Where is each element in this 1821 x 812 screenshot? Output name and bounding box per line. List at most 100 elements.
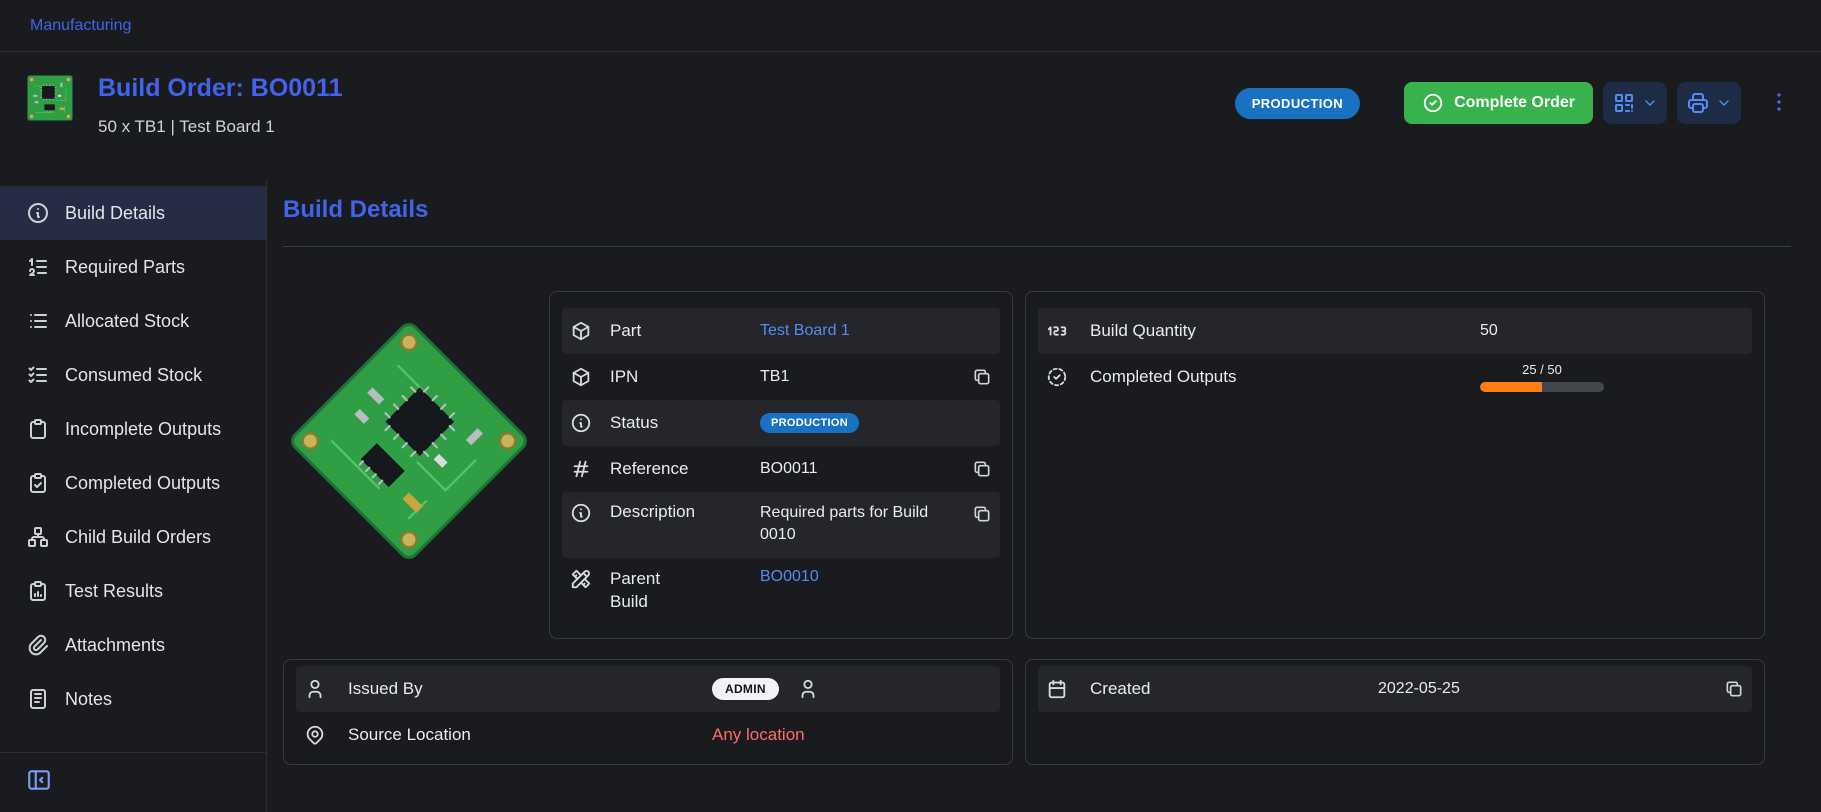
copy-icon[interactable] <box>972 459 992 479</box>
completed-outputs-progress-fill <box>1480 382 1542 392</box>
created-value: 2022-05-25 <box>1378 680 1708 698</box>
barcode-actions-button[interactable] <box>1603 82 1667 124</box>
package-icon <box>570 366 592 388</box>
clipboard-icon <box>26 417 50 441</box>
description-value: Required parts for Build 0010 <box>760 502 932 545</box>
notes-icon <box>26 687 50 711</box>
package-icon <box>570 320 592 342</box>
sidebar-item-label: Completed Outputs <box>65 473 220 494</box>
parent-build-link[interactable]: BO0010 <box>760 568 960 586</box>
detail-row-parent-build: Parent Build BO0010 <box>562 558 1000 624</box>
sidebar-item-label: Notes <box>65 689 112 710</box>
detail-label-build-quantity: Build Quantity <box>1090 321 1480 341</box>
main-content: Build Details Part Test Board 1 I <box>267 180 1821 812</box>
sidebar-footer <box>0 752 266 812</box>
clipboard-data-icon <box>26 579 50 603</box>
progress-track <box>1480 382 1604 392</box>
source-location-value: Any location <box>712 725 992 745</box>
sidebar-item-notes[interactable]: Notes <box>0 672 266 726</box>
sidebar-item-child-build-orders[interactable]: Child Build Orders <box>0 510 266 564</box>
detail-row-completed-outputs: Completed Outputs 25 / 50 <box>1038 354 1752 400</box>
sidebar-item-label: Attachments <box>65 635 165 656</box>
user-icon <box>304 678 326 700</box>
detail-row-status: Status PRODUCTION <box>562 400 1000 446</box>
chevron-down-icon <box>1642 95 1658 111</box>
detail-label-issued-by: Issued By <box>348 679 712 699</box>
user-icon <box>797 678 819 700</box>
sidebar-item-allocated-stock[interactable]: Allocated Stock <box>0 294 266 348</box>
quantities-panel: Build Quantity 50 Completed Outputs 25 /… <box>1025 291 1765 639</box>
page-title: Build Order: BO0011 <box>98 74 343 103</box>
part-image[interactable] <box>283 291 535 591</box>
section-title: Build Details <box>283 196 1791 247</box>
pcb-image <box>280 312 537 569</box>
chevron-down-icon <box>1716 95 1732 111</box>
status-badge-small: PRODUCTION <box>760 413 859 433</box>
detail-row-part: Part Test Board 1 <box>562 308 1000 354</box>
detail-label-parent-build: Parent Build <box>610 568 680 614</box>
sidebar-item-test-results[interactable]: Test Results <box>0 564 266 618</box>
print-actions-button[interactable] <box>1677 82 1741 124</box>
detail-row-issued-by: Issued By ADMIN <box>296 666 1000 712</box>
reference-value: BO0011 <box>760 460 960 478</box>
paperclip-icon <box>26 633 50 657</box>
sidebar-item-label: Child Build Orders <box>65 527 211 548</box>
sidebar-collapse-icon <box>26 767 52 793</box>
sidebar-item-incomplete-outputs[interactable]: Incomplete Outputs <box>0 402 266 456</box>
detail-row-ipn: IPN TB1 <box>562 354 1000 400</box>
detail-label-ipn: IPN <box>610 367 760 387</box>
numbers-123-icon <box>1046 320 1068 342</box>
more-actions-button[interactable] <box>1767 90 1791 117</box>
qr-code-icon <box>1612 91 1636 115</box>
sidebar-item-required-parts[interactable]: Required Parts <box>0 240 266 294</box>
detail-row-created: Created 2022-05-25 <box>1038 666 1752 712</box>
progress-check-icon <box>1046 366 1068 388</box>
info-circle-icon <box>570 502 592 524</box>
info-circle-icon <box>570 412 592 434</box>
detail-row-source-location: Source Location Any location <box>296 712 1000 758</box>
detail-label-completed-outputs: Completed Outputs <box>1090 367 1480 387</box>
sidebar-item-attachments[interactable]: Attachments <box>0 618 266 672</box>
build-quantity-value: 50 <box>1480 322 1744 340</box>
issued-by-badge: ADMIN <box>712 678 779 700</box>
list-check-icon <box>26 363 50 387</box>
sidebar-item-label: Build Details <box>65 203 165 224</box>
sidebar: Build Details Required Parts Allocated S… <box>0 180 267 812</box>
page-header: Build Order: BO0011 50 x TB1 | Test Boar… <box>0 52 1821 180</box>
status-badge: PRODUCTION <box>1235 88 1360 119</box>
detail-label-source-location: Source Location <box>348 725 712 745</box>
circle-check-icon <box>1422 92 1444 114</box>
sitemap-icon <box>26 525 50 549</box>
completed-outputs-progress: 25 / 50 <box>1480 358 1604 396</box>
sidebar-item-label: Allocated Stock <box>65 311 189 332</box>
collapse-sidebar-button[interactable] <box>26 767 52 796</box>
map-pin-icon <box>304 724 326 746</box>
clipboard-check-icon <box>26 471 50 495</box>
page-subtitle: 50 x TB1 | Test Board 1 <box>98 117 343 137</box>
breadcrumb-link-manufacturing[interactable]: Manufacturing <box>30 17 131 35</box>
header-actions: PRODUCTION Complete Order <box>1235 68 1791 124</box>
sidebar-item-completed-outputs[interactable]: Completed Outputs <box>0 456 266 510</box>
build-details-panel: Part Test Board 1 IPN TB1 Status PRODUCT… <box>549 291 1013 639</box>
sidebar-item-build-details[interactable]: Build Details <box>0 186 266 240</box>
sidebar-item-label: Consumed Stock <box>65 365 202 386</box>
printer-icon <box>1686 91 1710 115</box>
copy-icon[interactable] <box>972 367 992 387</box>
part-link[interactable]: Test Board 1 <box>760 322 960 340</box>
list-numbers-icon <box>26 255 50 279</box>
tools-icon <box>570 568 592 590</box>
detail-label-description: Description <box>610 502 760 522</box>
ipn-value: TB1 <box>760 368 960 386</box>
copy-icon[interactable] <box>1724 679 1744 699</box>
detail-label-part: Part <box>610 321 760 341</box>
breadcrumb: Manufacturing <box>0 0 1821 52</box>
sidebar-item-consumed-stock[interactable]: Consumed Stock <box>0 348 266 402</box>
detail-row-description: Description Required parts for Build 001… <box>562 492 1000 558</box>
build-thumbnail-image[interactable] <box>26 74 74 122</box>
copy-icon[interactable] <box>972 504 992 524</box>
detail-row-reference: Reference BO0011 <box>562 446 1000 492</box>
sidebar-item-label: Required Parts <box>65 257 185 278</box>
detail-label-created: Created <box>1090 679 1378 699</box>
complete-order-button[interactable]: Complete Order <box>1404 82 1593 124</box>
calendar-icon <box>1046 678 1068 700</box>
